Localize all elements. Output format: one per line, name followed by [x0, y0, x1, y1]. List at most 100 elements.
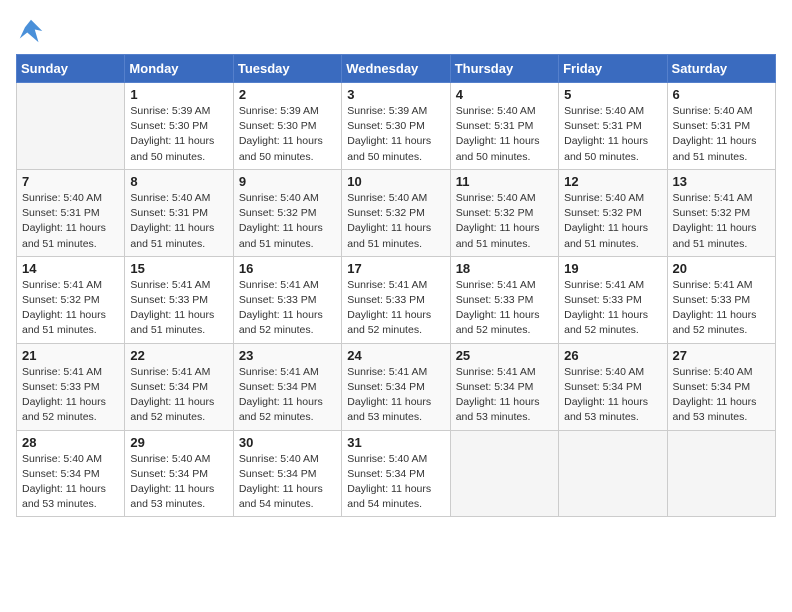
day-cell [667, 430, 775, 517]
day-number: 29 [130, 435, 227, 450]
calendar-body: 1 Sunrise: 5:39 AM Sunset: 5:30 PM Daylig… [17, 83, 776, 517]
day-cell: 2 Sunrise: 5:39 AM Sunset: 5:30 PM Daylig… [233, 83, 341, 170]
day-number: 15 [130, 261, 227, 276]
page-header [16, 16, 776, 46]
day-info: Sunrise: 5:40 AM Sunset: 5:34 PM Dayligh… [347, 452, 444, 513]
day-number: 17 [347, 261, 444, 276]
day-info: Sunrise: 5:41 AM Sunset: 5:32 PM Dayligh… [22, 278, 119, 339]
day-number: 25 [456, 348, 553, 363]
day-info: Sunrise: 5:40 AM Sunset: 5:32 PM Dayligh… [564, 191, 661, 252]
day-info: Sunrise: 5:41 AM Sunset: 5:33 PM Dayligh… [130, 278, 227, 339]
week-row-3: 14 Sunrise: 5:41 AM Sunset: 5:32 PM Dayli… [17, 256, 776, 343]
day-info: Sunrise: 5:40 AM Sunset: 5:31 PM Dayligh… [130, 191, 227, 252]
day-number: 7 [22, 174, 119, 189]
day-number: 4 [456, 87, 553, 102]
day-number: 30 [239, 435, 336, 450]
day-cell: 19 Sunrise: 5:41 AM Sunset: 5:33 PM Dayli… [559, 256, 667, 343]
day-cell: 27 Sunrise: 5:40 AM Sunset: 5:34 PM Dayli… [667, 343, 775, 430]
day-cell: 13 Sunrise: 5:41 AM Sunset: 5:32 PM Dayli… [667, 169, 775, 256]
day-cell: 24 Sunrise: 5:41 AM Sunset: 5:34 PM Dayli… [342, 343, 450, 430]
day-info: Sunrise: 5:41 AM Sunset: 5:32 PM Dayligh… [673, 191, 770, 252]
day-number: 24 [347, 348, 444, 363]
day-info: Sunrise: 5:41 AM Sunset: 5:33 PM Dayligh… [347, 278, 444, 339]
weekday-row: SundayMondayTuesdayWednesdayThursdayFrid… [17, 55, 776, 83]
day-cell: 4Sunrise: 5:40 AM Sunset: 5:31 PM Daylig… [450, 83, 558, 170]
weekday-header-tuesday: Tuesday [233, 55, 341, 83]
day-info: Sunrise: 5:40 AM Sunset: 5:34 PM Dayligh… [564, 365, 661, 426]
day-cell: 29 Sunrise: 5:40 AM Sunset: 5:34 PM Dayli… [125, 430, 233, 517]
day-cell: 10Sunrise: 5:40 AM Sunset: 5:32 PM Dayli… [342, 169, 450, 256]
logo-icon [16, 16, 46, 46]
weekday-header-thursday: Thursday [450, 55, 558, 83]
day-cell: 6Sunrise: 5:40 AM Sunset: 5:31 PM Daylig… [667, 83, 775, 170]
day-number: 31 [347, 435, 444, 450]
day-cell: 25 Sunrise: 5:41 AM Sunset: 5:34 PM Dayli… [450, 343, 558, 430]
day-cell: 28Sunrise: 5:40 AM Sunset: 5:34 PM Dayli… [17, 430, 125, 517]
day-number: 13 [673, 174, 770, 189]
day-info: Sunrise: 5:40 AM Sunset: 5:32 PM Dayligh… [347, 191, 444, 252]
day-cell: 8 Sunrise: 5:40 AM Sunset: 5:31 PM Daylig… [125, 169, 233, 256]
day-info: Sunrise: 5:39 AM Sunset: 5:30 PM Dayligh… [347, 104, 444, 165]
day-number: 14 [22, 261, 119, 276]
day-number: 9 [239, 174, 336, 189]
day-number: 5 [564, 87, 661, 102]
day-cell: 15 Sunrise: 5:41 AM Sunset: 5:33 PM Dayli… [125, 256, 233, 343]
day-number: 16 [239, 261, 336, 276]
weekday-header-saturday: Saturday [667, 55, 775, 83]
day-info: Sunrise: 5:41 AM Sunset: 5:34 PM Dayligh… [239, 365, 336, 426]
week-row-5: 28 Sunrise: 5:40 AM Sunset: 5:34 PM Dayli… [17, 430, 776, 517]
day-number: 22 [130, 348, 227, 363]
day-info: Sunrise: 5:40 AM Sunset: 5:34 PM Dayligh… [130, 452, 227, 513]
day-cell [450, 430, 558, 517]
day-cell: 16 Sunrise: 5:41 AM Sunset: 5:33 PM Dayli… [233, 256, 341, 343]
day-number: 18 [456, 261, 553, 276]
day-info: Sunrise: 5:40 AM Sunset: 5:34 PM Dayligh… [673, 365, 770, 426]
day-info: Sunrise: 5:41 AM Sunset: 5:34 PM Dayligh… [130, 365, 227, 426]
day-number: 19 [564, 261, 661, 276]
day-number: 3 [347, 87, 444, 102]
day-info: Sunrise: 5:41 AM Sunset: 5:33 PM Dayligh… [22, 365, 119, 426]
day-cell: 5 Sunrise: 5:40 AM Sunset: 5:31 PM Daylig… [559, 83, 667, 170]
day-info: Sunrise: 5:41 AM Sunset: 5:33 PM Dayligh… [673, 278, 770, 339]
day-info: Sunrise: 5:40 AM Sunset: 5:32 PM Dayligh… [456, 191, 553, 252]
day-number: 12 [564, 174, 661, 189]
week-row-4: 21Sunrise: 5:41 AM Sunset: 5:33 PM Dayli… [17, 343, 776, 430]
calendar-table: SundayMondayTuesdayWednesdayThursdayFrid… [16, 54, 776, 517]
week-row-1: 1 Sunrise: 5:39 AM Sunset: 5:30 PM Daylig… [17, 83, 776, 170]
day-cell: 11 Sunrise: 5:40 AM Sunset: 5:32 PM Dayli… [450, 169, 558, 256]
week-row-2: 7 Sunrise: 5:40 AM Sunset: 5:31 PM Daylig… [17, 169, 776, 256]
day-cell: 31 Sunrise: 5:40 AM Sunset: 5:34 PM Dayli… [342, 430, 450, 517]
day-cell: 20Sunrise: 5:41 AM Sunset: 5:33 PM Dayli… [667, 256, 775, 343]
day-info: Sunrise: 5:39 AM Sunset: 5:30 PM Dayligh… [130, 104, 227, 165]
day-info: Sunrise: 5:41 AM Sunset: 5:33 PM Dayligh… [564, 278, 661, 339]
day-info: Sunrise: 5:40 AM Sunset: 5:31 PM Dayligh… [564, 104, 661, 165]
weekday-header-monday: Monday [125, 55, 233, 83]
day-info: Sunrise: 5:41 AM Sunset: 5:33 PM Dayligh… [456, 278, 553, 339]
day-cell: 17 Sunrise: 5:41 AM Sunset: 5:33 PM Dayli… [342, 256, 450, 343]
day-cell: 26 Sunrise: 5:40 AM Sunset: 5:34 PM Dayli… [559, 343, 667, 430]
day-cell: 22 Sunrise: 5:41 AM Sunset: 5:34 PM Dayli… [125, 343, 233, 430]
day-info: Sunrise: 5:40 AM Sunset: 5:31 PM Dayligh… [22, 191, 119, 252]
day-cell: 18 Sunrise: 5:41 AM Sunset: 5:33 PM Dayli… [450, 256, 558, 343]
day-number: 11 [456, 174, 553, 189]
day-number: 2 [239, 87, 336, 102]
day-cell: 21Sunrise: 5:41 AM Sunset: 5:33 PM Dayli… [17, 343, 125, 430]
day-number: 26 [564, 348, 661, 363]
day-number: 28 [22, 435, 119, 450]
calendar-header: SundayMondayTuesdayWednesdayThursdayFrid… [17, 55, 776, 83]
day-cell: 12 Sunrise: 5:40 AM Sunset: 5:32 PM Dayli… [559, 169, 667, 256]
weekday-header-friday: Friday [559, 55, 667, 83]
day-number: 27 [673, 348, 770, 363]
day-number: 1 [130, 87, 227, 102]
day-info: Sunrise: 5:40 AM Sunset: 5:32 PM Dayligh… [239, 191, 336, 252]
day-info: Sunrise: 5:40 AM Sunset: 5:34 PM Dayligh… [239, 452, 336, 513]
day-info: Sunrise: 5:41 AM Sunset: 5:33 PM Dayligh… [239, 278, 336, 339]
day-number: 8 [130, 174, 227, 189]
day-info: Sunrise: 5:41 AM Sunset: 5:34 PM Dayligh… [347, 365, 444, 426]
weekday-header-sunday: Sunday [17, 55, 125, 83]
day-number: 6 [673, 87, 770, 102]
day-info: Sunrise: 5:41 AM Sunset: 5:34 PM Dayligh… [456, 365, 553, 426]
day-cell: 14 Sunrise: 5:41 AM Sunset: 5:32 PM Dayli… [17, 256, 125, 343]
day-cell: 23Sunrise: 5:41 AM Sunset: 5:34 PM Dayli… [233, 343, 341, 430]
day-info: Sunrise: 5:39 AM Sunset: 5:30 PM Dayligh… [239, 104, 336, 165]
